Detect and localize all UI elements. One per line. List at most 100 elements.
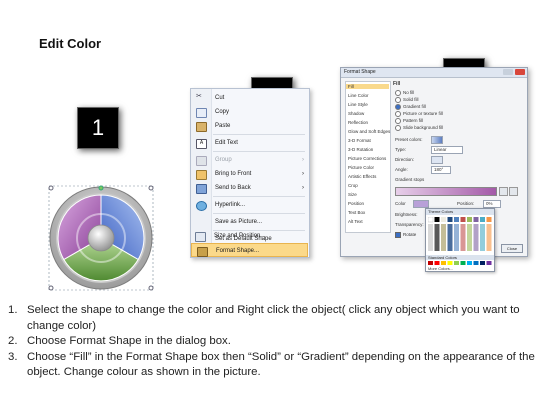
submenu-arrow-icon: ›: [302, 157, 304, 163]
angle-label: Angle:: [395, 167, 408, 172]
instruction-number: 3.: [8, 350, 18, 363]
gradient-stops-bar[interactable]: [395, 187, 497, 196]
nav-line-style[interactable]: Line Style: [348, 102, 368, 107]
menu-item-copy[interactable]: Copy: [191, 105, 309, 119]
nav-alt-text[interactable]: Alt Text: [348, 219, 363, 224]
more-colors-link[interactable]: More Colors...: [428, 266, 453, 271]
option-label: No fill: [403, 90, 415, 96]
menu-separator: [213, 213, 305, 214]
position-input[interactable]: 0%: [483, 200, 501, 208]
menu-item-send-to-back[interactable]: Send to Back ›: [191, 181, 309, 195]
checkbox-icon: [395, 232, 401, 238]
nav-artistic-effects[interactable]: Artistic Effects: [348, 174, 376, 179]
theme-color-grid[interactable]: [428, 217, 492, 253]
menu-item-group[interactable]: Group ›: [191, 153, 309, 167]
color-picker-button[interactable]: [413, 200, 429, 208]
nav-position[interactable]: Position: [348, 201, 364, 206]
nav-picture-color[interactable]: Picture Color: [348, 165, 374, 170]
direction-label: Direction:: [395, 157, 415, 162]
menu-item-label: Copy: [215, 109, 230, 115]
menu-separator: [213, 151, 305, 152]
menu-item-label: Send to Back: [215, 185, 251, 191]
nav-picture-corrections[interactable]: Picture Corrections: [348, 156, 386, 161]
type-select[interactable]: Linear: [431, 146, 463, 154]
instruction-number: 1.: [8, 304, 18, 316]
instruction-item: 1. Select the shape to change the color …: [8, 303, 553, 334]
menu-item-cut[interactable]: ✂ Cut: [191, 91, 309, 105]
copy-icon: [196, 108, 207, 118]
instruction-text: Choose Format Shape in the dialog box.: [27, 335, 231, 348]
instructions-list: 1. Select the shape to change the color …: [8, 303, 553, 381]
submenu-arrow-icon: ›: [302, 171, 304, 177]
menu-item-label: Save as Picture...: [215, 219, 263, 225]
nav-reflection[interactable]: Reflection: [348, 120, 368, 125]
nav-glow[interactable]: Glow and Soft Edges: [348, 129, 390, 134]
nav-3d-rotation[interactable]: 3-D Rotation: [348, 147, 373, 152]
menu-item-format-shape[interactable]: Format Shape...: [191, 243, 308, 257]
radio-icon: [395, 97, 401, 103]
nav-text-box[interactable]: Text Box: [348, 210, 365, 215]
nav-shadow[interactable]: Shadow: [348, 111, 364, 116]
menu-item-size-position[interactable]: Size and Position...: [190, 229, 308, 243]
radio-selected-icon: [395, 104, 401, 110]
dialog-title: Format Shape: [344, 69, 376, 75]
remove-stop-button[interactable]: [509, 187, 518, 196]
menu-item-paste[interactable]: Paste: [191, 119, 309, 133]
nav-fill[interactable]: Fill: [346, 84, 389, 89]
scissors-icon: ✂: [196, 93, 202, 100]
add-stop-button[interactable]: [499, 187, 508, 196]
type-value: Linear: [434, 147, 447, 152]
nav-crop[interactable]: Crop: [348, 183, 358, 188]
page-title: Edit Color: [39, 36, 102, 51]
standard-color-row[interactable]: [428, 261, 492, 265]
menu-item-label: Bring to Front: [215, 171, 252, 177]
menu-item-hyperlink[interactable]: Hyperlink...: [191, 198, 309, 212]
angle-input[interactable]: 180°: [431, 166, 451, 174]
ring-shape[interactable]: [48, 185, 154, 291]
transparency-label: Transparency:: [395, 222, 424, 227]
position-label: Position:: [457, 201, 475, 206]
instruction-item: 3. Choose “Fill” in the Format Shape box…: [8, 350, 553, 381]
nav-line-color[interactable]: Line Color: [348, 93, 369, 98]
preset-colors-picker[interactable]: [431, 136, 443, 144]
step-1-badge: 1: [77, 107, 119, 149]
menu-item-bring-to-front[interactable]: Bring to Front ›: [191, 167, 309, 181]
help-button[interactable]: [503, 69, 513, 75]
brightness-label: Brightness:: [395, 212, 418, 217]
bring-front-icon: [196, 170, 207, 180]
send-back-icon: [196, 184, 207, 194]
option-label: Solid fill: [403, 97, 419, 103]
close-window-button[interactable]: [515, 69, 525, 75]
instruction-item: 2. Choose Format Shape in the dialog box…: [8, 334, 553, 350]
nav-size[interactable]: Size: [348, 192, 357, 197]
submenu-arrow-icon: ›: [302, 185, 304, 191]
direction-picker[interactable]: [431, 156, 443, 164]
option-slide-background-fill[interactable]: Slide background fill: [395, 125, 443, 131]
radio-icon: [395, 111, 401, 117]
option-no-fill[interactable]: No fill: [395, 90, 414, 96]
menu-item-label: Edit Text: [215, 140, 238, 146]
option-label: Pattern fill: [403, 118, 424, 124]
dialog-nav: Fill Line Color Line Style Shadow Reflec…: [345, 81, 391, 233]
rotate-label: Rotate: [403, 232, 417, 238]
radio-icon: [395, 118, 401, 124]
menu-item-save-as-picture[interactable]: Save as Picture...: [191, 215, 309, 229]
preset-colors-label: Preset colors:: [395, 137, 423, 142]
nav-3d-format[interactable]: 3-D Format: [348, 138, 371, 143]
rotate-checkbox[interactable]: Rotate: [395, 232, 416, 238]
section-heading: Fill: [393, 81, 401, 87]
format-shape-icon: [197, 247, 208, 257]
close-button[interactable]: Close: [501, 244, 523, 253]
option-label: Slide background fill: [403, 125, 444, 131]
option-label: Gradient fill: [403, 104, 426, 110]
option-pattern-fill[interactable]: Pattern fill: [395, 118, 423, 124]
option-picture-fill[interactable]: Picture or texture fill: [395, 111, 443, 117]
hyperlink-icon: [196, 201, 207, 211]
radio-icon: [395, 125, 401, 131]
edit-text-icon: A: [196, 139, 207, 149]
option-gradient-fill[interactable]: Gradient fill: [395, 104, 426, 110]
menu-separator: [213, 196, 305, 197]
angle-value: 180°: [434, 167, 444, 172]
menu-item-edit-text[interactable]: A Edit Text: [191, 136, 309, 150]
option-solid-fill[interactable]: Solid fill: [395, 97, 419, 103]
